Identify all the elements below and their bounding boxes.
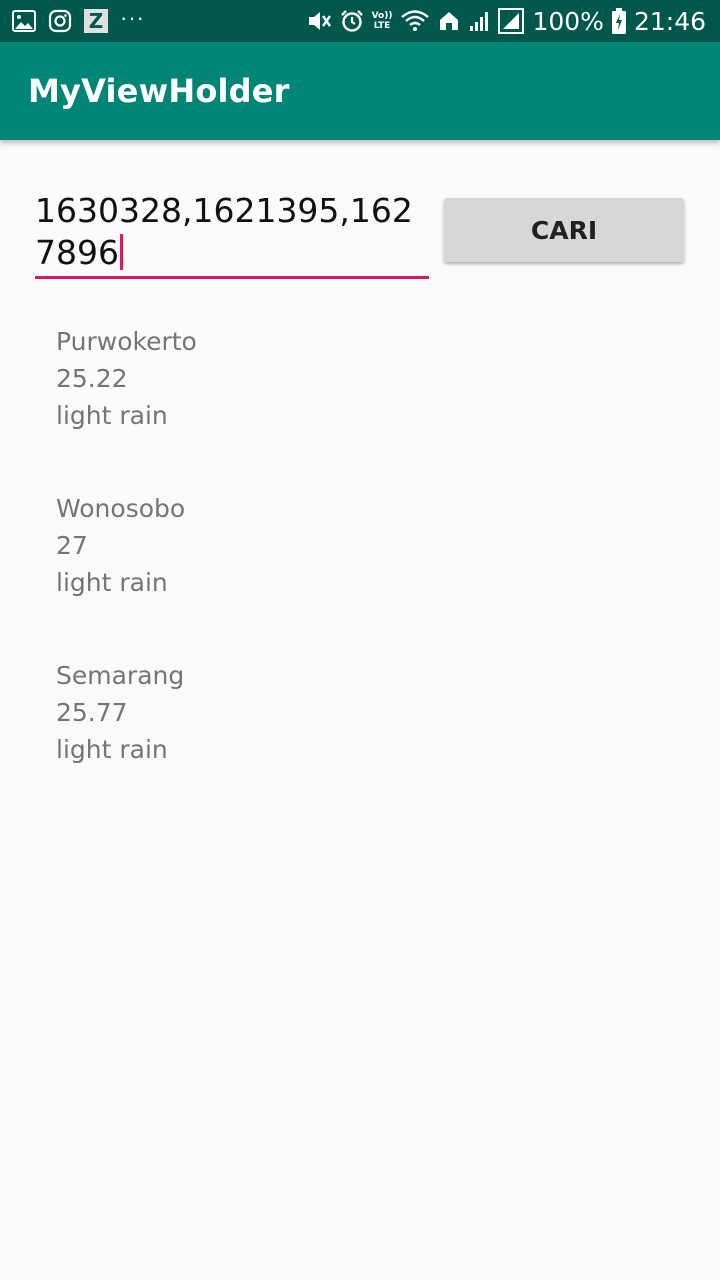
temperature: 25.77 bbox=[56, 698, 128, 727]
city-name: Semarang bbox=[56, 661, 185, 690]
cari-button[interactable]: CARI bbox=[444, 198, 684, 262]
app-bar: MyViewHolder bbox=[0, 42, 720, 140]
weather-description: light rain bbox=[56, 735, 168, 764]
signal-icon bbox=[498, 8, 525, 34]
app-title: MyViewHolder bbox=[28, 72, 290, 110]
instagram-icon bbox=[48, 9, 72, 33]
input-underline bbox=[35, 276, 429, 279]
temperature: 25.22 bbox=[56, 364, 128, 393]
more-dots-icon: ··· bbox=[120, 5, 145, 30]
z-app-icon: Z bbox=[84, 9, 108, 33]
wifi-icon bbox=[400, 9, 430, 33]
image-icon bbox=[12, 10, 36, 32]
volte-top-label: Vo)) bbox=[371, 11, 393, 21]
status-bar-right: Vo)) LTE 100% 21:46 bbox=[298, 7, 706, 36]
list-item[interactable]: Semarang 25.77 light rain bbox=[56, 657, 656, 824]
signal-icon bbox=[468, 9, 490, 33]
city-id-input-value[interactable]: 1630328,1621395,1627896 bbox=[35, 190, 429, 274]
weather-description: light rain bbox=[56, 568, 168, 597]
status-time: 21:46 bbox=[633, 6, 706, 36]
weather-description: light rain bbox=[56, 401, 168, 430]
status-bar: Z ··· Vo)) LTE 100% 21:46 bbox=[0, 0, 720, 42]
text-cursor bbox=[119, 234, 123, 270]
city-name: Purwokerto bbox=[56, 327, 197, 356]
list-item[interactable]: Wonosobo 27 light rain bbox=[56, 490, 656, 657]
city-id-input[interactable]: 1630328,1621395,1627896 bbox=[35, 190, 429, 280]
list-item[interactable]: Purwokerto 25.22 light rain bbox=[56, 323, 656, 490]
status-bar-left: Z ··· bbox=[12, 5, 157, 33]
home-icon bbox=[438, 10, 460, 32]
battery-percent: 100% bbox=[532, 6, 604, 36]
mute-icon bbox=[306, 9, 332, 33]
city-id-input-text[interactable]: 1630328,1621395,1627896 bbox=[35, 191, 413, 272]
volte-icon: Vo)) LTE bbox=[372, 11, 393, 31]
temperature: 27 bbox=[56, 531, 88, 560]
alarm-icon bbox=[340, 9, 364, 33]
battery-icon bbox=[611, 8, 626, 34]
weather-list[interactable]: Purwokerto 25.22 light rain Wonosobo 27 … bbox=[56, 323, 656, 824]
city-name: Wonosobo bbox=[56, 494, 186, 523]
volte-bottom-label: LTE bbox=[373, 21, 391, 31]
